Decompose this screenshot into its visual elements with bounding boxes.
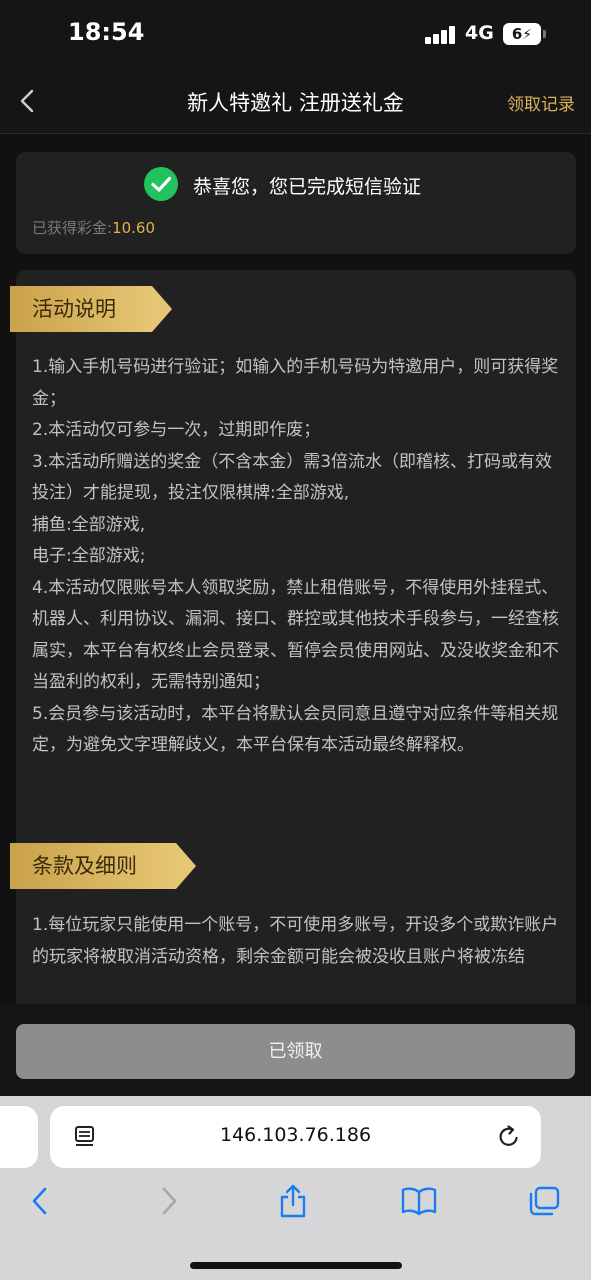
rule-line: 捕鱼:全部游戏, <box>32 514 146 535</box>
rules-card: 活动说明 1.输入手机号码进行验证；如输入的手机号码为特邀用户，则可获得奖金； … <box>10 270 576 1004</box>
forward-arrow-icon[interactable] <box>155 1184 183 1218</box>
address-bar[interactable]: 146.103.76.186 <box>50 1106 541 1168</box>
bonus-value: 10.60 <box>112 219 156 237</box>
rule-line: 2.本活动仅可参与一次，过期即作废； <box>32 420 321 440</box>
claim-area: 已领取 <box>0 1004 591 1096</box>
nav-bar: 新人特邀礼 注册送礼金 领取记录 <box>0 70 591 134</box>
bonus-label: 已获得彩金: <box>32 219 113 237</box>
claim-record-link[interactable]: 领取记录 <box>507 90 575 115</box>
rule-line: 4.本活动仅限账号本人领取奖励，禁止租借账号，不得使用外挂程式、机器人、利用协议… <box>32 577 559 693</box>
battery-level: 6 <box>511 25 523 43</box>
previous-tab-preview[interactable] <box>0 1106 38 1168</box>
rule-line: 1.每位玩家只能使用一个账号，不可使用多账号，开设多个或欺诈账户的玩家将被取消活… <box>32 915 559 967</box>
status-time: 18:54 <box>68 18 145 46</box>
check-circle-icon <box>144 167 178 201</box>
section-title-terms: 条款及细则 <box>10 843 196 889</box>
main-content[interactable]: 恭喜您，您已完成短信验证 已获得彩金:10.60 活动说明 1.输入手机号码进行… <box>0 134 591 1004</box>
url-text: 146.103.76.186 <box>219 1124 372 1146</box>
status-bar: 18:54 4G 6⚡ <box>0 0 591 70</box>
verification-card: 恭喜您，您已完成短信验证 已获得彩金:10.60 <box>16 152 576 254</box>
reload-icon[interactable] <box>495 1123 523 1151</box>
network-type: 4G <box>465 22 494 44</box>
signal-strength-icon <box>425 26 457 44</box>
rule-line: 电子:全部游戏; <box>32 546 146 566</box>
claimed-button[interactable]: 已领取 <box>16 1024 575 1079</box>
page-title: 新人特邀礼 注册送礼金 <box>187 91 404 115</box>
bookmarks-icon[interactable] <box>400 1184 438 1218</box>
rule-line: 3.本活动所赠送的奖金（不含本金）需3倍流水（即稽核、打码或有效投注）才能提现，… <box>32 451 553 504</box>
share-icon[interactable] <box>277 1182 309 1220</box>
tabs-icon[interactable] <box>526 1184 562 1218</box>
battery-tip <box>543 30 546 38</box>
rule-line: 1.输入手机号码进行验证；如输入的手机号码为特邀用户，则可获得奖金； <box>32 357 559 409</box>
activity-description: 1.输入手机号码进行验证；如输入的手机号码为特邀用户，则可获得奖金； 2.本活动… <box>32 352 560 762</box>
browser-toolbar: 146.103.76.186 <box>0 1096 591 1280</box>
terms-description: 1.每位玩家只能使用一个账号，不可使用多账号，开设多个或欺诈账户的玩家将被取消活… <box>32 910 560 973</box>
section-title-activity: 活动说明 <box>10 286 172 332</box>
verification-message: 恭喜您，您已完成短信验证 <box>193 176 422 198</box>
home-indicator <box>190 1262 402 1269</box>
back-arrow-icon[interactable] <box>26 1184 54 1218</box>
rule-line: 5.会员参与该活动时，本平台将默认会员同意且遵守对应条件等相关规定，为避免文字理… <box>32 703 559 756</box>
battery-icon: 6⚡ <box>503 23 541 45</box>
bonus-line: 已获得彩金:10.60 <box>32 217 155 238</box>
